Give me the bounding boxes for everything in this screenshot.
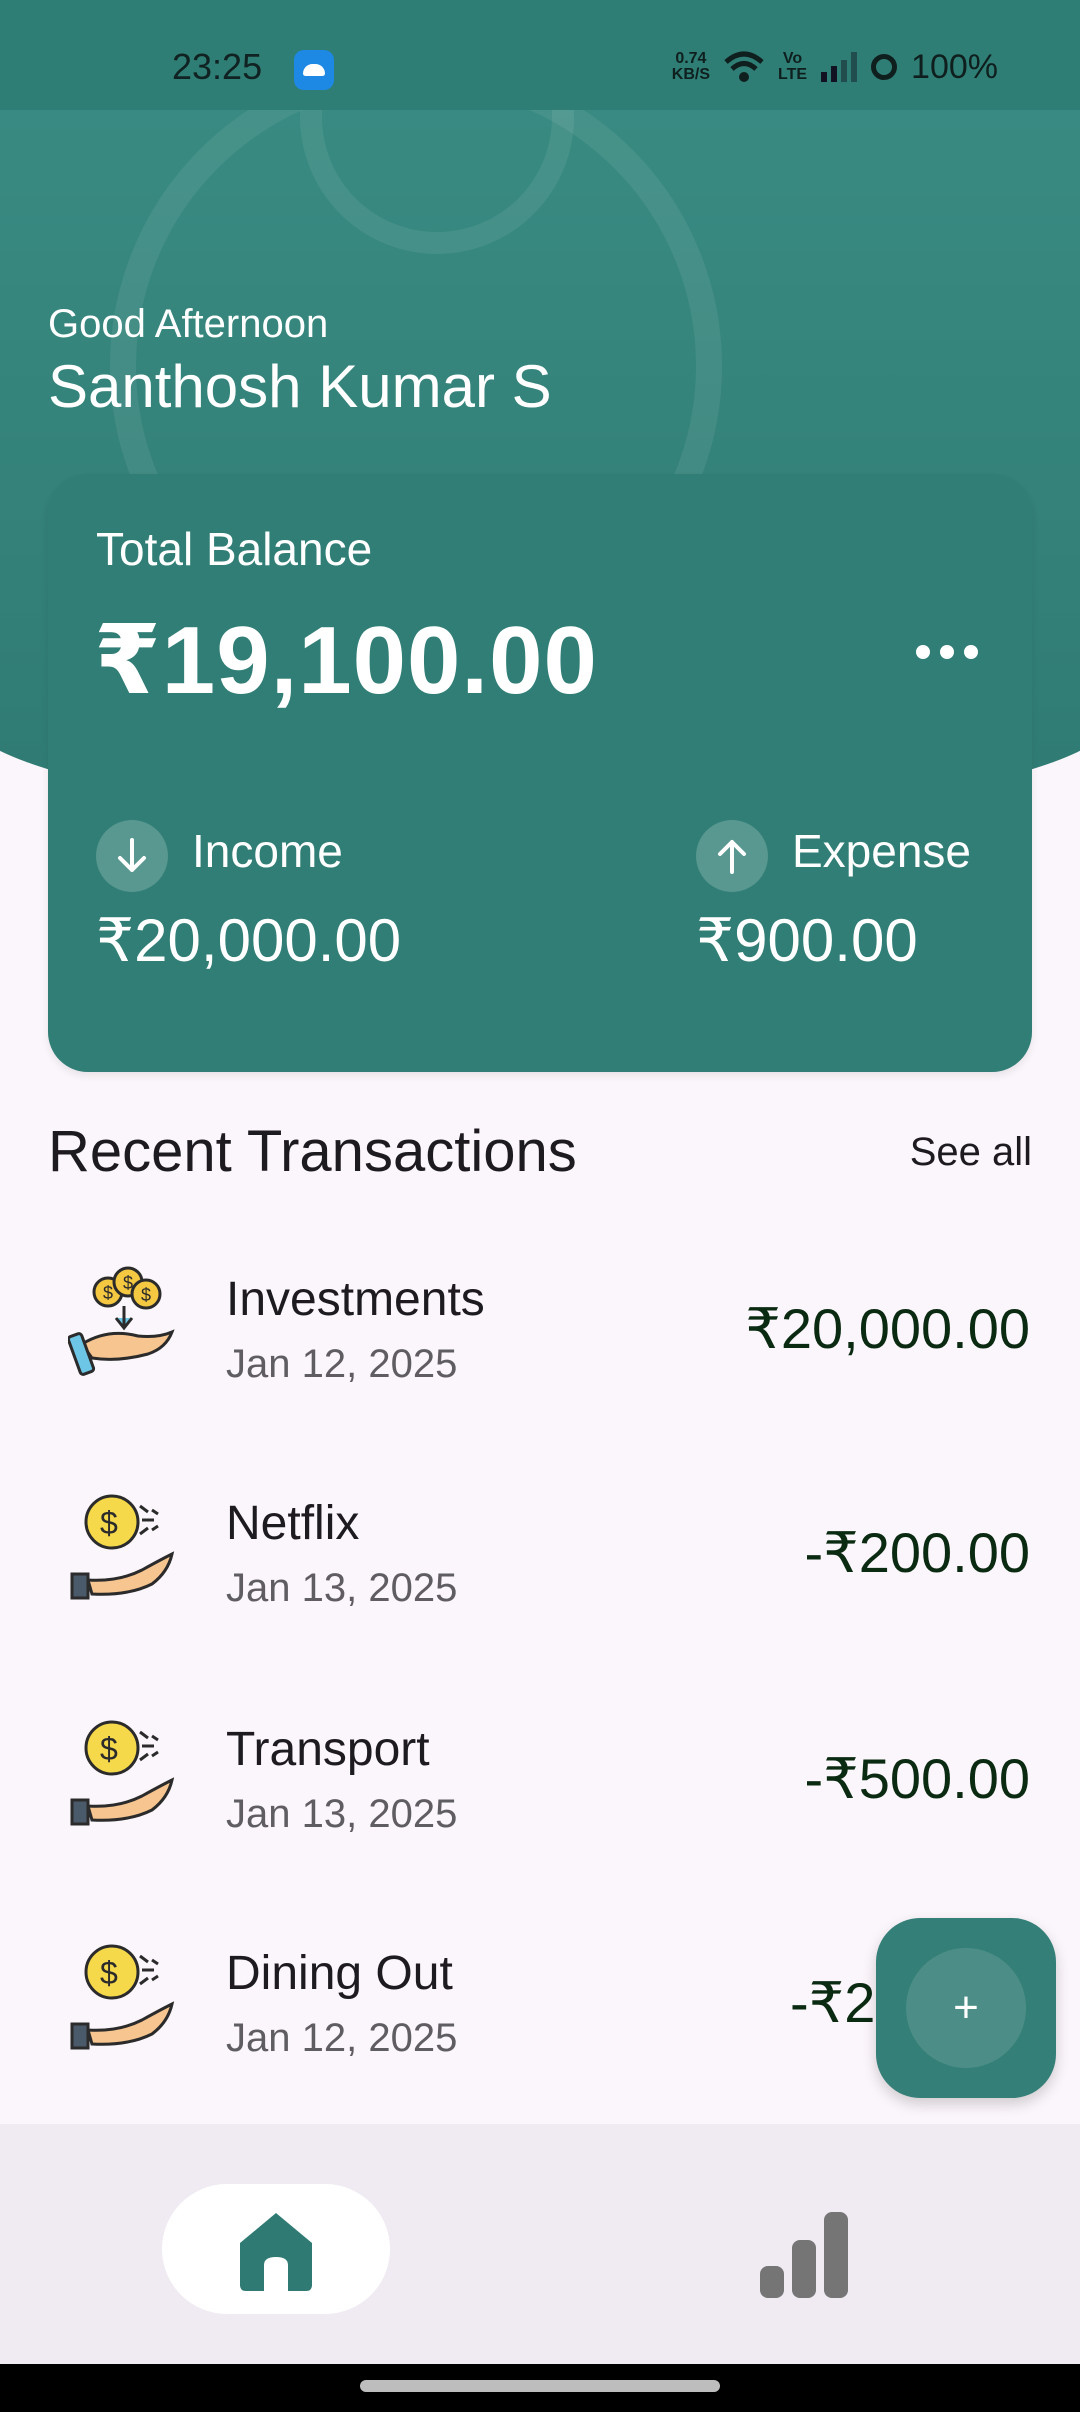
see-all-link[interactable]: See all: [910, 1130, 1032, 1175]
transaction-name: Dining Out: [226, 1947, 453, 2000]
volte-icon: Vo LTE: [778, 50, 808, 83]
bottom-navigation: [0, 2124, 1080, 2364]
svg-text:$: $: [100, 1505, 118, 1541]
add-transaction-button[interactable]: +: [876, 1918, 1056, 2098]
transaction-name: Netflix: [226, 1497, 360, 1550]
transaction-amount: -₹2: [790, 1971, 876, 2034]
expense-coin-icon: $: [70, 1944, 175, 2050]
svg-text:$: $: [100, 1955, 118, 1991]
user-name: Santhosh Kumar S: [48, 353, 552, 420]
transaction-amount: -₹200.00: [804, 1521, 1030, 1584]
battery-icon: [871, 54, 898, 80]
expense-coin-icon: $: [70, 1720, 175, 1826]
transaction-date: Jan 12, 2025: [226, 2016, 458, 2060]
nav-item-home[interactable]: [162, 2184, 390, 2314]
total-balance-label: Total Balance: [96, 523, 373, 575]
svg-text:$: $: [100, 1731, 118, 1767]
home-icon: [240, 2213, 312, 2291]
transaction-item[interactable]: $ $ $ Investments Jan 12, 2025 ₹20,000.0…: [0, 1236, 1080, 1436]
status-icons: 0.74 KB/S Vo LTE 100%: [672, 44, 998, 90]
plus-icon: +: [906, 1948, 1026, 2068]
transaction-date: Jan 13, 2025: [226, 1792, 458, 1836]
recent-transactions-title: Recent Transactions: [48, 1119, 577, 1184]
transaction-name: Investments: [226, 1273, 485, 1326]
battery-level: 100%: [911, 47, 998, 86]
transaction-date: Jan 13, 2025: [226, 1566, 458, 1610]
expense-arrow-icon: [696, 820, 768, 892]
transaction-item[interactable]: $ Netflix Jan 13, 2025 -₹200.00: [0, 1460, 1080, 1660]
signal-icon: [821, 52, 858, 82]
svg-text:$: $: [123, 1273, 133, 1293]
network-speed: 0.74 KB/S: [671, 50, 710, 83]
wifi-icon: [724, 51, 764, 82]
android-notification-icon: [294, 50, 334, 90]
income-value: ₹20,000.00: [96, 907, 402, 974]
more-dots-icon: [916, 645, 930, 659]
status-bar: 23:25 0.74 KB/S Vo LTE 100%: [0, 0, 1080, 110]
transaction-amount: -₹500.00: [804, 1747, 1030, 1810]
total-balance-amount: ₹19,100.00: [94, 607, 598, 714]
status-time: 23:25: [172, 46, 263, 87]
expense-label: Expense: [792, 825, 972, 877]
transaction-item[interactable]: $ Transport Jan 13, 2025 -₹500.00: [0, 1686, 1080, 1886]
balance-card: Total Balance ₹19,100.00 Income ₹20,000.…: [48, 474, 1032, 1072]
investment-icon: $ $ $: [68, 1266, 175, 1376]
greeting-text: Good Afternoon: [48, 302, 329, 346]
transaction-date: Jan 12, 2025: [226, 1342, 458, 1386]
gesture-handle[interactable]: [360, 2380, 720, 2392]
transaction-amount: ₹20,000.00: [745, 1297, 1030, 1360]
svg-text:$: $: [103, 1283, 113, 1303]
svg-text:$: $: [141, 1285, 151, 1305]
income-arrow-icon: [96, 820, 168, 892]
more-options-button[interactable]: [902, 632, 992, 672]
bar-chart-icon[interactable]: [756, 2206, 852, 2302]
transaction-name: Transport: [226, 1723, 430, 1776]
expense-coin-icon: $: [70, 1494, 175, 1600]
expense-value: ₹900.00: [696, 907, 918, 974]
income-label: Income: [192, 825, 343, 877]
